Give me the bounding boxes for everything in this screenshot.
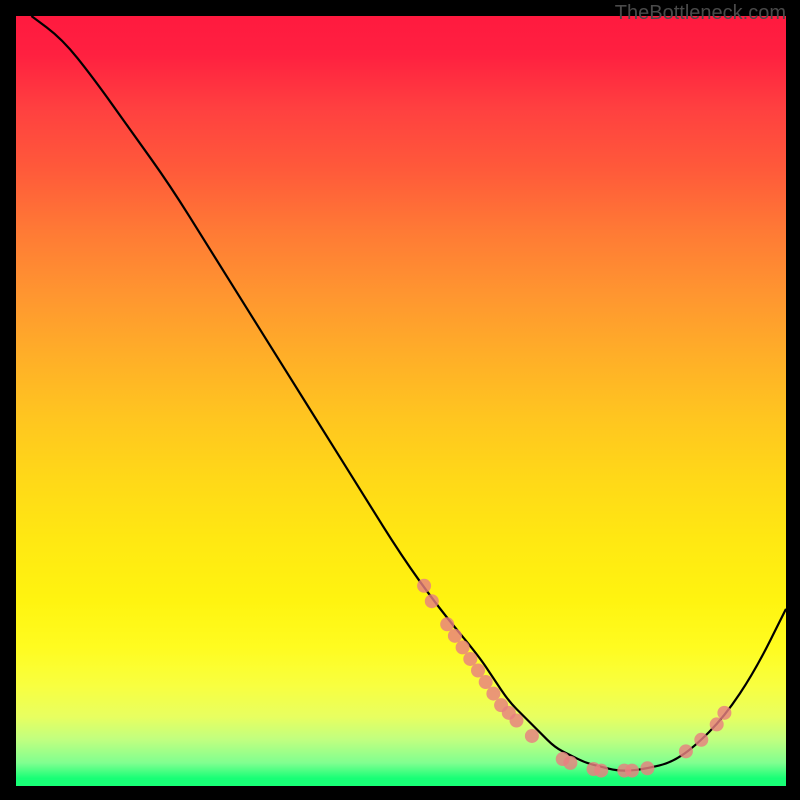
data-marker xyxy=(456,640,470,654)
data-marker xyxy=(417,579,431,593)
data-marker xyxy=(625,764,639,778)
data-marker xyxy=(594,764,608,778)
data-marker xyxy=(486,687,500,701)
markers-group xyxy=(417,579,731,778)
data-marker xyxy=(679,744,693,758)
data-marker xyxy=(717,706,731,720)
data-marker xyxy=(448,629,462,643)
watermark-text: TheBottleneck.com xyxy=(615,2,786,25)
data-marker xyxy=(463,652,477,666)
data-marker xyxy=(525,729,539,743)
data-marker xyxy=(510,714,524,728)
data-marker xyxy=(440,617,454,631)
data-marker xyxy=(563,756,577,770)
data-marker xyxy=(425,594,439,608)
chart-svg xyxy=(16,16,786,786)
data-marker xyxy=(640,761,654,775)
data-marker xyxy=(710,717,724,731)
curve-line xyxy=(31,16,786,771)
data-marker xyxy=(471,664,485,678)
data-marker xyxy=(479,675,493,689)
data-marker xyxy=(694,733,708,747)
